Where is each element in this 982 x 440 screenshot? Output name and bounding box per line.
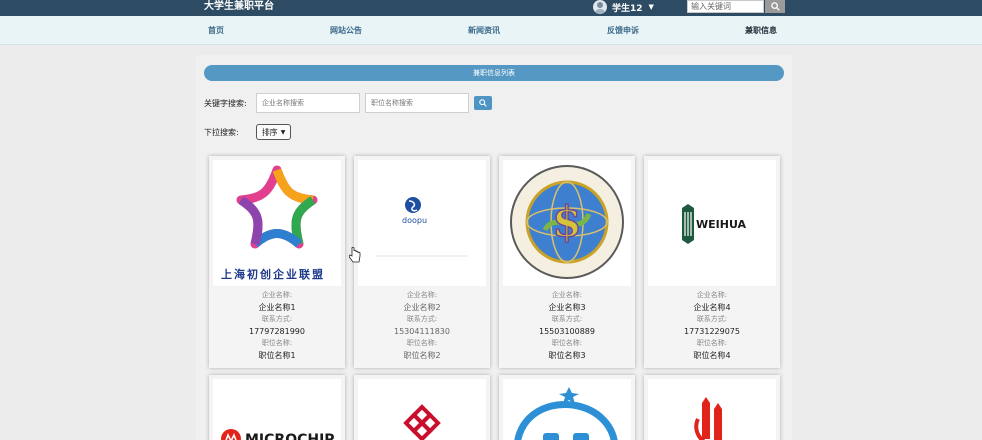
dropdown-search-label: 下拉搜索: bbox=[204, 128, 239, 137]
job-card[interactable] bbox=[644, 375, 780, 440]
contact-key: 联系方式: bbox=[261, 315, 293, 323]
search-icon bbox=[770, 2, 780, 11]
card-meta: 企业名称: 企业名称3 联系方式: 15503100889 职位名称: 职位名称… bbox=[499, 290, 635, 362]
company-logo-image bbox=[503, 379, 631, 440]
contact-key: 联系方式: bbox=[696, 315, 728, 323]
top-bar bbox=[0, 0, 982, 16]
red-crane-logo-icon bbox=[694, 397, 722, 440]
microchip-logo-icon bbox=[221, 429, 241, 440]
position-key: 职位名称: bbox=[551, 339, 583, 347]
logo-text: MICROCHIP bbox=[245, 432, 335, 440]
company-name: 企业名称4 bbox=[693, 303, 731, 312]
position-key: 职位名称: bbox=[696, 339, 728, 347]
nav-item-news[interactable]: 新闻资讯 bbox=[468, 25, 500, 36]
card-meta: 企业名称: 企业名称2 联系方式: 15304111830 职位名称: 职位名称… bbox=[354, 290, 490, 362]
svg-text:$: $ bbox=[552, 197, 581, 246]
position-name: 职位名称2 bbox=[403, 351, 441, 360]
main-nav: 首页 网站公告 新闻资讯 反馈申诉 兼职信息 bbox=[0, 16, 982, 45]
contact-key: 联系方式: bbox=[551, 315, 583, 323]
company-name: 企业名称2 bbox=[403, 303, 441, 312]
contact-value: 15304111830 bbox=[394, 327, 450, 336]
user-menu[interactable]: 学生12 ▼ bbox=[593, 0, 654, 14]
job-card[interactable]: WEIHUA 企业名称: 企业名称4 联系方式: 17731229075 职位名… bbox=[644, 156, 780, 368]
hand-cursor-icon bbox=[349, 247, 361, 263]
contact-value: 17797281990 bbox=[249, 327, 305, 336]
list-title: 兼职信息列表 bbox=[204, 65, 784, 81]
keyword-search-button[interactable] bbox=[474, 96, 492, 110]
contact-value: 17731229075 bbox=[684, 327, 740, 336]
sort-dropdown[interactable]: 排序 ▼ bbox=[256, 124, 291, 140]
red-knot-logo-icon bbox=[403, 404, 441, 440]
position-name: 职位名称4 bbox=[693, 351, 731, 360]
company-name: 企业名称3 bbox=[548, 303, 586, 312]
contact-key: 联系方式: bbox=[406, 315, 438, 323]
header-search-input[interactable] bbox=[687, 0, 764, 13]
company-key: 企业名称: bbox=[261, 291, 293, 299]
position-key: 职位名称: bbox=[406, 339, 438, 347]
job-card[interactable] bbox=[354, 375, 490, 440]
company-logo-image bbox=[648, 379, 776, 440]
logo-text: doopu bbox=[402, 216, 428, 225]
company-logo-image: WEIHUA bbox=[648, 160, 776, 286]
position-name-search-input[interactable] bbox=[365, 93, 469, 113]
header-search-button[interactable] bbox=[765, 0, 785, 13]
job-card[interactable]: $ 企业名称: 企业名称3 联系方式: 15503100889 职位名称: 职位… bbox=[499, 156, 635, 368]
job-card[interactable]: doopu 企业名称: 企业名称2 联系方式: 15304111830 职位名称… bbox=[354, 156, 490, 368]
position-name: 职位名称3 bbox=[548, 351, 586, 360]
company-key: 企业名称: bbox=[551, 291, 583, 299]
company-key: 企业名称: bbox=[696, 291, 728, 299]
chevron-down-icon[interactable]: ▼ bbox=[649, 3, 654, 11]
job-card[interactable]: 上海初创企业联盟 企业名称: 企业名称1 联系方式: 17797281990 职… bbox=[209, 156, 345, 368]
job-card[interactable]: MICROCHIP bbox=[209, 375, 345, 440]
nav-item-feedback[interactable]: 反馈申诉 bbox=[607, 25, 639, 36]
position-name: 职位名称1 bbox=[258, 351, 296, 360]
nav-item-part-time-jobs[interactable]: 兼职信息 bbox=[745, 25, 777, 36]
seal-logo-icon: $ bbox=[510, 165, 624, 279]
company-logo-image: doopu bbox=[358, 160, 486, 286]
brand-title[interactable]: 大学生兼职平台 bbox=[204, 0, 274, 13]
company-key: 企业名称: bbox=[406, 291, 438, 299]
logo-text: WEIHUA bbox=[696, 218, 747, 231]
position-key: 职位名称: bbox=[261, 339, 293, 347]
sort-label: 排序 bbox=[261, 127, 278, 137]
contact-value: 15503100889 bbox=[539, 327, 595, 336]
company-logo-image: $ bbox=[503, 160, 631, 286]
nav-item-announcements[interactable]: 网站公告 bbox=[330, 25, 362, 36]
nav-item-home[interactable]: 首页 bbox=[208, 25, 224, 36]
keyword-search-label: 关键字搜索: bbox=[204, 99, 247, 108]
avatar[interactable] bbox=[593, 0, 607, 14]
job-card[interactable] bbox=[499, 375, 635, 440]
card-meta: 企业名称: 企业名称1 联系方式: 17797281990 职位名称: 职位名称… bbox=[209, 290, 345, 362]
search-icon bbox=[479, 99, 487, 107]
chevron-down-icon: ▼ bbox=[280, 128, 286, 136]
blue-swoosh-logo-icon bbox=[514, 387, 618, 440]
card-meta: 企业名称: 企业名称4 联系方式: 17731229075 职位名称: 职位名称… bbox=[644, 290, 780, 362]
logo-text: 上海初创企业联盟 bbox=[221, 268, 325, 281]
company-logo-image bbox=[358, 379, 486, 440]
company-name-search-input[interactable] bbox=[256, 93, 360, 113]
company-logo-image: 上海初创企业联盟 bbox=[213, 160, 341, 286]
company-logo-image: MICROCHIP bbox=[213, 379, 341, 440]
company-name: 企业名称1 bbox=[258, 303, 296, 312]
username[interactable]: 学生12 bbox=[612, 1, 643, 14]
